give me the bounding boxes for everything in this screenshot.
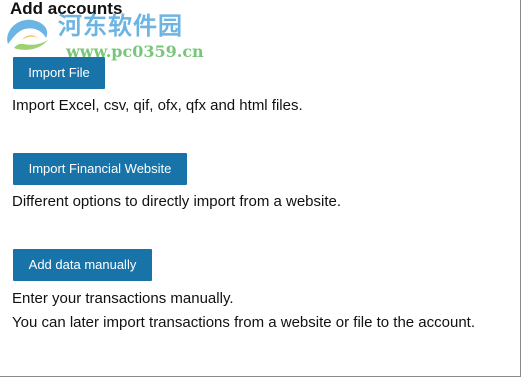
add-accounts-panel: Add accounts Import File Import Excel, c…	[0, 0, 521, 377]
add-manual-description-line-1: Enter your transactions manually.	[12, 290, 234, 307]
add-data-manually-button[interactable]: Add data manually	[13, 249, 152, 281]
import-financial-website-button[interactable]: Import Financial Website	[13, 153, 187, 185]
page-title: Add accounts	[10, 0, 123, 18]
import-file-description: Import Excel, csv, qif, ofx, qfx and htm…	[12, 97, 303, 114]
add-manual-description-line-2: You can later import transactions from a…	[12, 314, 476, 331]
import-file-button[interactable]: Import File	[13, 57, 105, 89]
import-website-description: Different options to directly import fro…	[12, 193, 342, 210]
